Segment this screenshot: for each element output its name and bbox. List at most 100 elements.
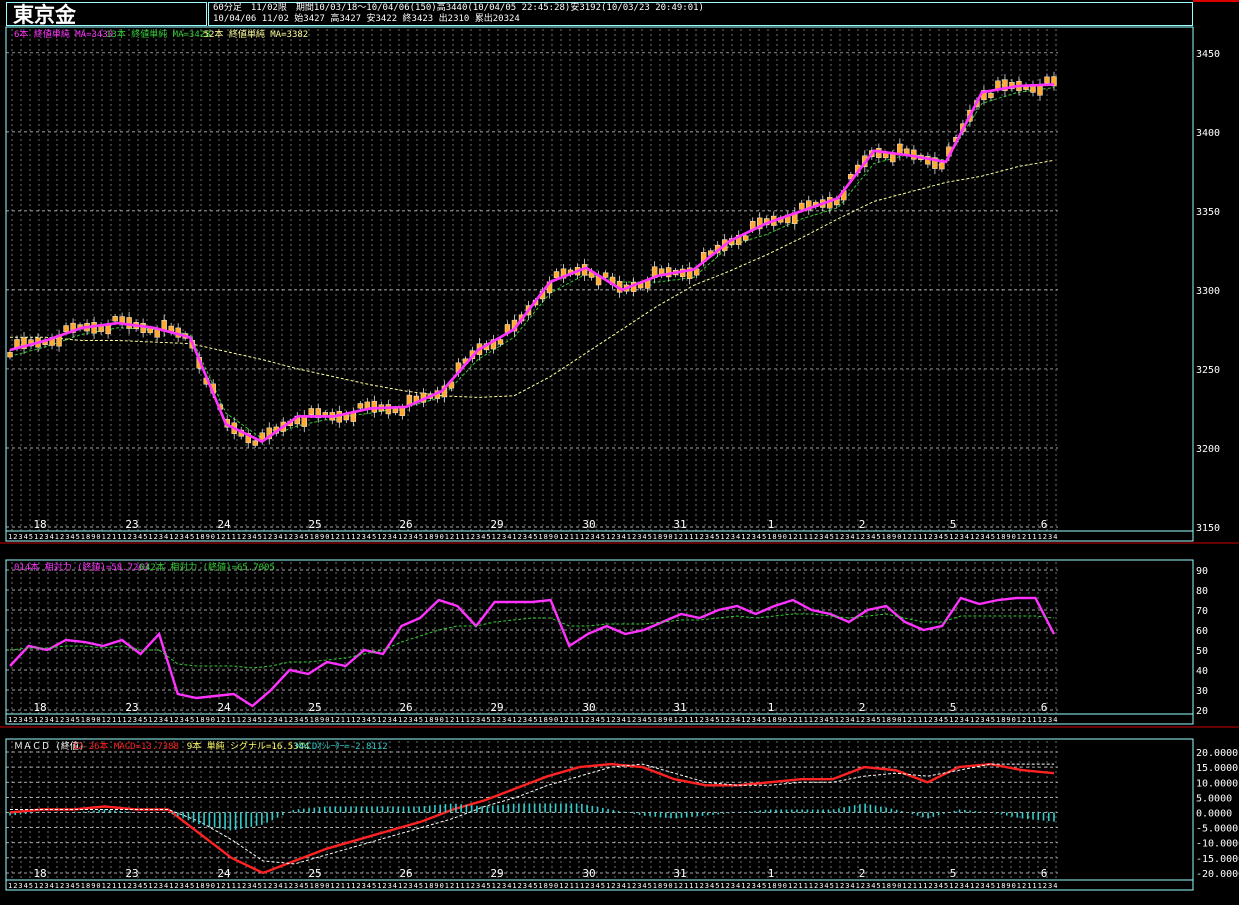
hour-tick-label: 1 (1032, 716, 1036, 724)
date-label: 31 (673, 867, 686, 880)
date-label: 1 (768, 867, 775, 880)
hour-tick-label: 4 (252, 716, 256, 724)
hour-tick-label: 9 (206, 533, 210, 541)
hour-tick-label: 1 (492, 716, 496, 724)
candle-body (63, 325, 69, 333)
hour-tick-label: 4 (736, 533, 740, 541)
hour-tick-label: 1 (492, 533, 496, 541)
hour-tick-label: 1 (804, 882, 808, 890)
hour-tick-label: 1 (741, 882, 745, 890)
hour-tick-label: 4 (710, 533, 714, 541)
candle-body (385, 404, 392, 415)
hour-tick-label: 4 (299, 882, 303, 890)
hour-tick-label: 9 (892, 716, 896, 724)
hour-tick-label: 1 (996, 716, 1000, 724)
hour-tick-label: 1 (310, 882, 314, 890)
hour-tick-label: 8 (658, 882, 662, 890)
hour-tick-label: 2 (679, 533, 683, 541)
hour-tick-label: 3 (960, 716, 964, 724)
hour-tick-label: 4 (393, 533, 397, 541)
hour-tick-label: 5 (830, 716, 834, 724)
hour-tick-label: 1 (674, 882, 678, 890)
hour-tick-label: 9 (91, 716, 95, 724)
hour-tick-label: 3 (65, 533, 69, 541)
hour-tick-label: 3 (476, 882, 480, 890)
hour-tick-label: 2 (450, 716, 454, 724)
hour-tick-label: 5 (419, 533, 423, 541)
hour-tick-label: 0 (325, 882, 329, 890)
y-tick-label: 20.0000 (1196, 748, 1238, 759)
date-label: 25 (308, 701, 321, 714)
hour-tick-label: 4 (367, 882, 371, 890)
hour-tick-label: 1 (949, 716, 953, 724)
hour-tick-label: 2 (268, 882, 272, 890)
hour-tick-label: 3 (133, 716, 137, 724)
hour-tick-label: 2 (1043, 716, 1047, 724)
hour-tick-label: 1 (809, 716, 813, 724)
hour-tick-label: 2 (793, 716, 797, 724)
hour-tick-label: 5 (830, 533, 834, 541)
hour-tick-label: 4 (871, 716, 875, 724)
candle-body (799, 202, 805, 210)
hour-tick-label: 8 (200, 882, 204, 890)
hour-tick-label: 1 (216, 533, 220, 541)
hour-tick-label: 1 (195, 882, 199, 890)
hour-tick-label: 3 (980, 882, 984, 890)
hour-tick-label: 8 (429, 882, 433, 890)
hour-tick-label: 2 (518, 882, 522, 890)
hour-tick-label: 1 (398, 882, 402, 890)
hour-tick-label: 1 (445, 533, 449, 541)
hour-tick-label: 4 (481, 533, 485, 541)
hour-tick-label: 1 (8, 882, 12, 890)
hour-tick-label: 3 (180, 533, 184, 541)
hour-tick-label: 3 (180, 716, 184, 724)
hour-tick-label: 3 (705, 882, 709, 890)
hour-tick-label: 1 (117, 882, 121, 890)
hour-tick-label: 5 (648, 882, 652, 890)
hour-tick-label: 1 (117, 716, 121, 724)
hour-tick-label: 3 (752, 716, 756, 724)
date-label: 6 (1041, 701, 1048, 714)
candle-body (743, 235, 749, 241)
hour-tick-label: 9 (1006, 533, 1010, 541)
hour-tick-label: 4 (24, 882, 28, 890)
candle-body (939, 162, 945, 170)
hour-tick-label: 2 (726, 533, 730, 541)
hour-tick-label: 3 (590, 533, 594, 541)
hour-tick-label: 9 (206, 882, 210, 890)
hour-tick-label: 2 (1022, 882, 1026, 890)
hour-tick-label: 4 (414, 716, 418, 724)
candle-body (91, 322, 97, 334)
hour-tick-label: 8 (658, 716, 662, 724)
hour-tick-label: 1 (856, 533, 860, 541)
panel-frame-3 (5, 738, 1194, 891)
date-label: 23 (125, 518, 138, 531)
hour-tick-label: 4 (850, 716, 854, 724)
hour-tick-label: 4 (642, 882, 646, 890)
hour-tick-label: 1 (112, 716, 116, 724)
hour-tick-label: 0 (1012, 533, 1016, 541)
hour-tick-label: 3 (247, 716, 251, 724)
date-label: 26 (399, 867, 412, 880)
hour-tick-label: 3 (819, 882, 823, 890)
hour-tick-label: 3 (637, 882, 641, 890)
hour-tick-label: 2 (128, 716, 132, 724)
hour-tick-label: 2 (585, 882, 589, 890)
hour-tick-label: 4 (367, 533, 371, 541)
hour-tick-label: 4 (507, 716, 511, 724)
hour-tick-label: 2 (793, 882, 797, 890)
date-label: 18 (33, 701, 46, 714)
hour-tick-label: 1 (466, 882, 470, 890)
hour-tick-label: 2 (221, 882, 225, 890)
date-label: 24 (217, 867, 231, 880)
hour-tick-label: 3 (637, 716, 641, 724)
hour-tick-label: 2 (356, 716, 360, 724)
date-label: 2 (859, 518, 866, 531)
hour-tick-label: 9 (778, 533, 782, 541)
date-label: 18 (33, 867, 46, 880)
hour-tick-label: 2 (975, 533, 979, 541)
candle-body (602, 272, 609, 278)
hour-tick-label: 5 (304, 882, 308, 890)
hour-tick-label: 1 (835, 533, 839, 541)
hour-tick-label: 2 (726, 882, 730, 890)
